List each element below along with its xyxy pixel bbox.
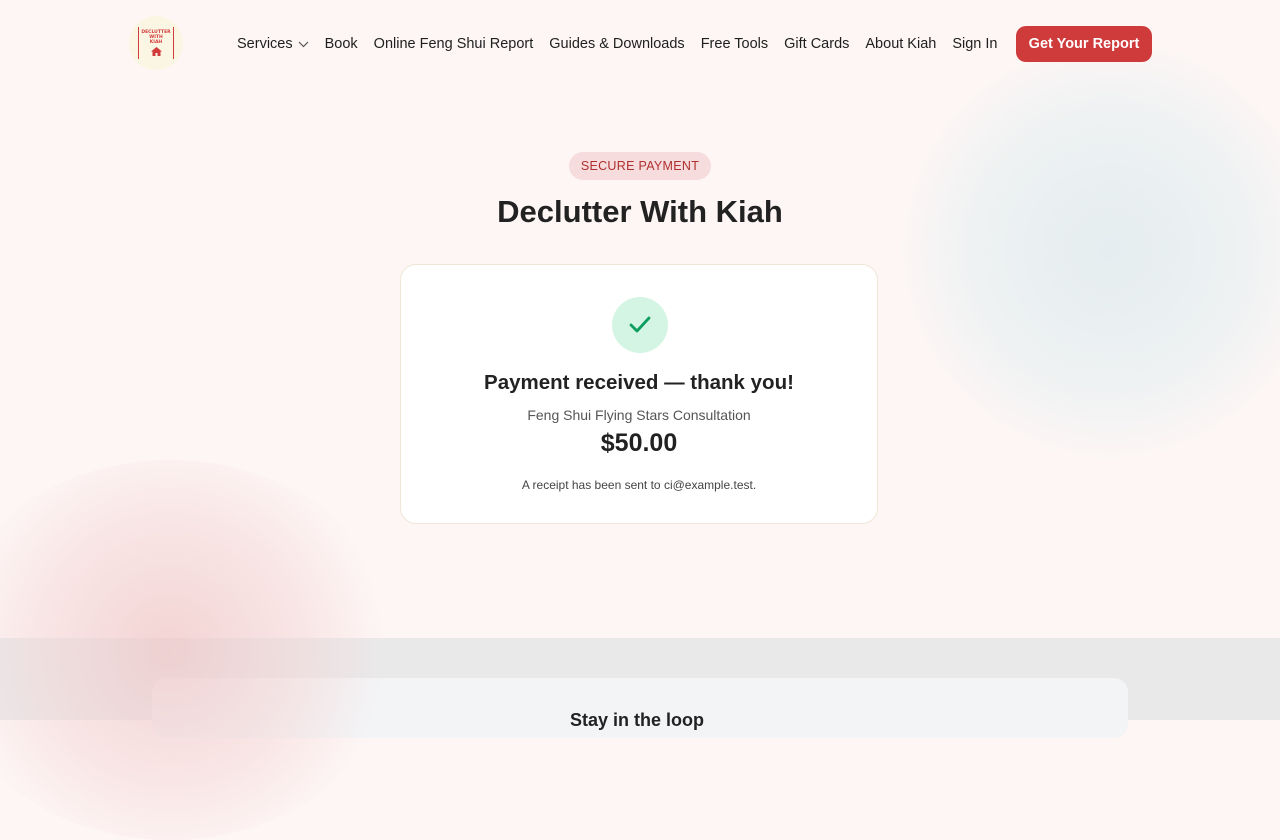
background-blob-pink	[0, 460, 400, 840]
check-icon	[629, 316, 651, 333]
nav-about[interactable]: About Kiah	[865, 36, 936, 52]
get-report-button[interactable]: Get Your Report	[1016, 26, 1152, 62]
logo-line-3: KIAH	[149, 40, 163, 45]
chevron-down-icon	[298, 41, 309, 47]
site-logo[interactable]: DECLUTTER WITH KIAH	[129, 16, 183, 70]
success-badge	[612, 297, 668, 353]
nav-online-report[interactable]: Online Feng Shui Report	[374, 36, 534, 52]
amount-paid: $50.00	[600, 429, 678, 457]
product-name: Feng Shui Flying Stars Consultation	[527, 407, 751, 423]
confirmation-card: Payment received — thank you! Feng Shui …	[400, 264, 878, 524]
nav-gift-cards[interactable]: Gift Cards	[784, 36, 849, 52]
receipt-note: A receipt has been sent to ci@example.te…	[521, 478, 757, 492]
nav-sign-in[interactable]: Sign In	[952, 36, 997, 52]
background-blob-blue	[900, 40, 1280, 460]
nav-guides-downloads[interactable]: Guides & Downloads	[549, 36, 684, 52]
logo-frame: DECLUTTER WITH KIAH	[138, 27, 174, 59]
nav-free-tools[interactable]: Free Tools	[701, 36, 768, 52]
nav-book[interactable]: Book	[325, 36, 358, 52]
confirmation-heading: Payment received — thank you!	[484, 371, 794, 394]
site-header: DECLUTTER WITH KIAH Services Book Online…	[0, 0, 1280, 88]
secure-payment-badge: SECURE PAYMENT	[569, 152, 711, 180]
newsletter-title: Stay in the loop	[570, 710, 705, 730]
page-title: Declutter With Kiah	[497, 194, 783, 229]
house-icon	[150, 47, 162, 56]
nav-services-label: Services	[237, 36, 293, 52]
nav-services[interactable]: Services	[237, 36, 309, 52]
main-nav: Services Book Online Feng Shui Report Gu…	[237, 26, 1014, 62]
